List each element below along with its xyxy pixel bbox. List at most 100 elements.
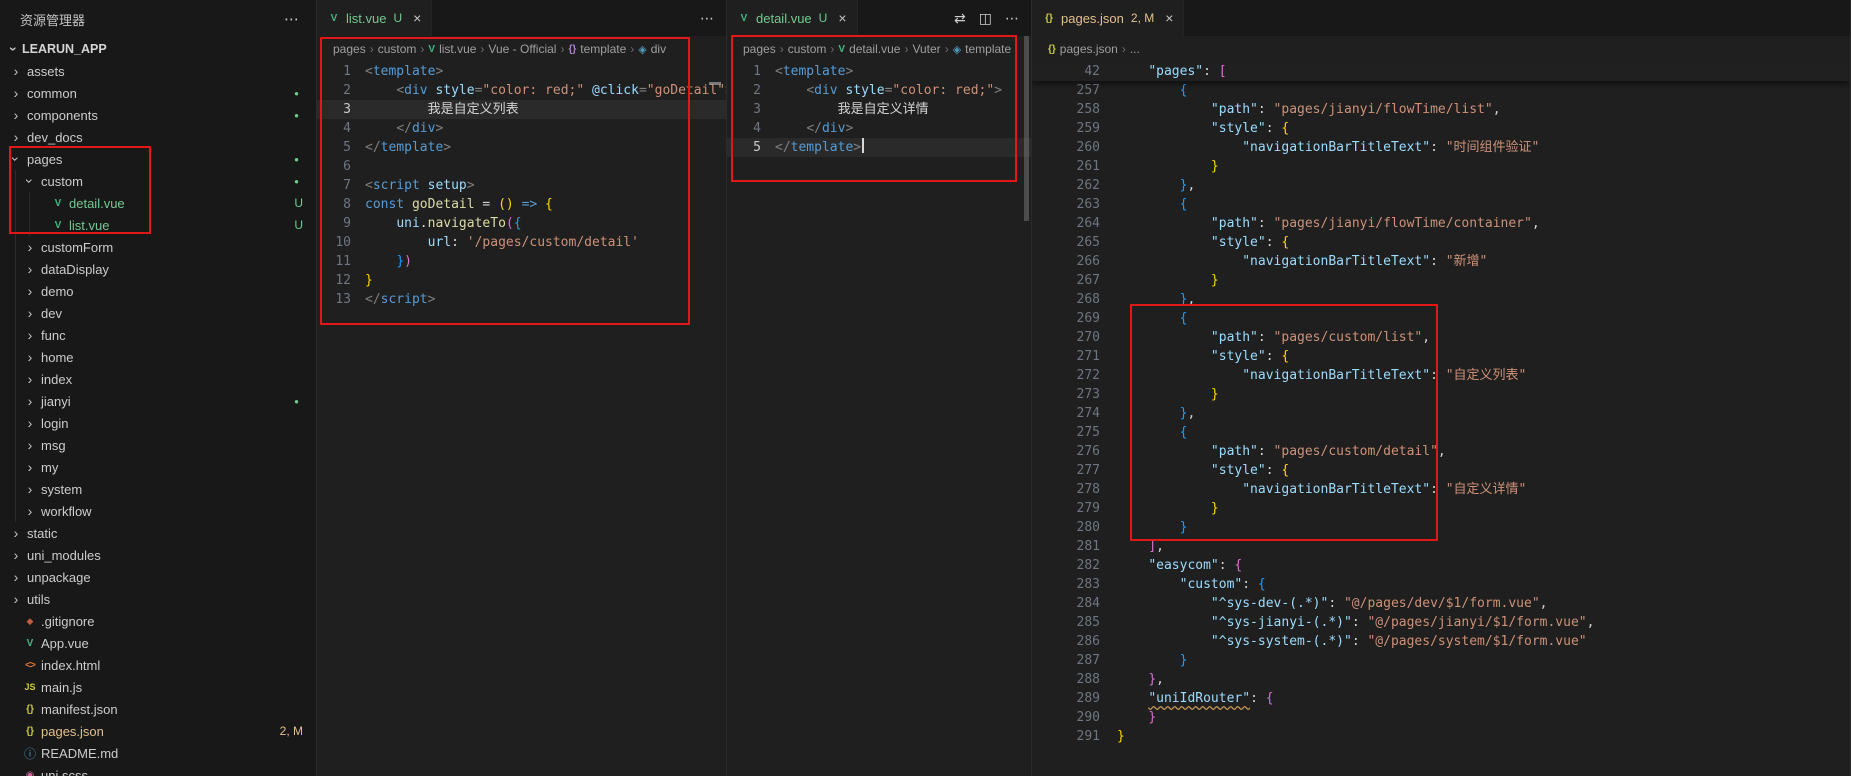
breadcrumb-item-pages[interactable]: pages — [743, 42, 776, 56]
code-editor[interactable]: 1<template>2 <div style="color: red;" @c… — [317, 62, 726, 776]
code-line-267[interactable]: 267 } — [1032, 271, 1850, 290]
close-icon[interactable]: × — [1165, 10, 1173, 26]
breadcrumb-item-list.vue[interactable]: Vlist.vue — [428, 42, 476, 56]
code-line-268[interactable]: 268 }, — [1032, 290, 1850, 309]
code-line-1[interactable]: 1<template> — [317, 62, 726, 81]
code-line-271[interactable]: 271 "style": { — [1032, 347, 1850, 366]
file-item-index.html[interactable]: <>index.html — [0, 654, 316, 676]
code-line-282[interactable]: 282 "easycom": { — [1032, 556, 1850, 575]
code-line-261[interactable]: 261 } — [1032, 157, 1850, 176]
folder-item-uni_modules[interactable]: ›uni_modules — [0, 544, 316, 566]
folder-item-unpackage[interactable]: ›unpackage — [0, 566, 316, 588]
code-line-3[interactable]: 3 我是自定义列表 — [317, 100, 726, 119]
folder-item-system[interactable]: ›system — [0, 478, 316, 500]
code-line-278[interactable]: 278 "navigationBarTitleText": "自定义详情" — [1032, 480, 1850, 499]
folder-item-dev[interactable]: ›dev — [0, 302, 316, 324]
file-item-pages.json[interactable]: {}pages.json2, M — [0, 720, 316, 742]
code-line-7[interactable]: 7<script setup> — [317, 176, 726, 195]
code-line-257[interactable]: 257 { — [1032, 81, 1850, 100]
breadcrumb-item-custom[interactable]: custom — [378, 42, 417, 56]
folder-item-dataDisplay[interactable]: ›dataDisplay — [0, 258, 316, 280]
more-actions-icon[interactable]: ⋯ — [700, 10, 714, 27]
code-line-13[interactable]: 13</script> — [317, 290, 726, 309]
code-line-269[interactable]: 269 { — [1032, 309, 1850, 328]
folder-item-custom[interactable]: ›custom● — [0, 170, 316, 192]
code-line-10[interactable]: 10 url: '/pages/custom/detail' — [317, 233, 726, 252]
code-line-291[interactable]: 291} — [1032, 727, 1850, 746]
code-line-6[interactable]: 6 — [317, 157, 726, 176]
file-item-list.vue[interactable]: Vlist.vueU — [0, 214, 316, 236]
breadcrumb-item-pages[interactable]: pages — [333, 42, 366, 56]
file-item-App.vue[interactable]: VApp.vue — [0, 632, 316, 654]
code-line-12[interactable]: 12} — [317, 271, 726, 290]
code-line-287[interactable]: 287 } — [1032, 651, 1850, 670]
code-line-260[interactable]: 260 "navigationBarTitleText": "时间组件验证" — [1032, 138, 1850, 157]
file-item-detail.vue[interactable]: Vdetail.vueU — [0, 192, 316, 214]
code-line-4[interactable]: 4 </div> — [727, 119, 1031, 138]
breadcrumb-item-pages.json[interactable]: {}pages.json — [1048, 42, 1118, 56]
code-editor[interactable]: 1<template>2 <div style="color: red;">3 … — [727, 62, 1031, 776]
code-line-283[interactable]: 283 "custom": { — [1032, 575, 1850, 594]
folder-item-demo[interactable]: ›demo — [0, 280, 316, 302]
code-line-42[interactable]: 42 "pages": [ — [1032, 62, 1850, 81]
folder-item-index[interactable]: ›index — [0, 368, 316, 390]
close-icon[interactable]: × — [838, 10, 846, 26]
code-line-264[interactable]: 264 "path": "pages/jianyi/flowTime/conta… — [1032, 214, 1850, 233]
breadcrumb-item-Vue - Official[interactable]: Vue - Official — [488, 42, 556, 56]
code-line-11[interactable]: 11 }) — [317, 252, 726, 271]
folder-item-workflow[interactable]: ›workflow — [0, 500, 316, 522]
folder-item-home[interactable]: ›home — [0, 346, 316, 368]
open-changes-icon[interactable]: ⇄ — [954, 10, 966, 27]
code-line-265[interactable]: 265 "style": { — [1032, 233, 1850, 252]
tab-list.vue[interactable]: Vlist.vueU× — [317, 0, 432, 36]
code-line-9[interactable]: 9 uni.navigateTo({ — [317, 214, 726, 233]
code-line-262[interactable]: 262 }, — [1032, 176, 1850, 195]
breadcrumb-item-custom[interactable]: custom — [788, 42, 827, 56]
folder-item-utils[interactable]: ›utils — [0, 588, 316, 610]
code-editor[interactable]: 42 "pages": [257 {258 "path": "pages/jia… — [1032, 62, 1850, 776]
code-line-272[interactable]: 272 "navigationBarTitleText": "自定义列表" — [1032, 366, 1850, 385]
code-line-4[interactable]: 4 </div> — [317, 119, 726, 138]
code-line-286[interactable]: 286 "^sys-system-(.*)": "@/pages/system/… — [1032, 632, 1850, 651]
folder-item-msg[interactable]: ›msg — [0, 434, 316, 456]
code-line-5[interactable]: 5</template> — [727, 138, 1031, 157]
scrollbar-thumb[interactable] — [1024, 36, 1029, 221]
folder-item-customForm[interactable]: ›customForm — [0, 236, 316, 258]
breadcrumb-item-Vuter[interactable]: Vuter — [912, 42, 940, 56]
code-line-3[interactable]: 3 我是自定义详情 — [727, 100, 1031, 119]
code-line-285[interactable]: 285 "^sys-jianyi-(.*)": "@/pages/jianyi/… — [1032, 613, 1850, 632]
folder-item-func[interactable]: ›func — [0, 324, 316, 346]
file-item-uni.scss[interactable]: ◉uni.scss — [0, 764, 316, 776]
file-item-.gitignore[interactable]: ◆.gitignore — [0, 610, 316, 632]
folder-item-jianyi[interactable]: ›jianyi● — [0, 390, 316, 412]
code-line-259[interactable]: 259 "style": { — [1032, 119, 1850, 138]
project-root-item[interactable]: › LEARUN_APP — [0, 38, 316, 60]
split-editor-icon[interactable]: ◫ — [979, 10, 992, 27]
code-line-280[interactable]: 280 } — [1032, 518, 1850, 537]
breadcrumb-item-template[interactable]: ◈template — [953, 42, 1012, 56]
code-line-263[interactable]: 263 { — [1032, 195, 1850, 214]
tab-detail.vue[interactable]: Vdetail.vueU× — [727, 0, 858, 36]
folder-item-my[interactable]: ›my — [0, 456, 316, 478]
tab-pages.json[interactable]: {}pages.json2, M× — [1032, 0, 1184, 36]
code-line-273[interactable]: 273 } — [1032, 385, 1850, 404]
code-line-289[interactable]: 289 "uniIdRouter": { — [1032, 689, 1850, 708]
breadcrumb-item-detail.vue[interactable]: Vdetail.vue — [838, 42, 900, 56]
code-line-266[interactable]: 266 "navigationBarTitleText": "新增" — [1032, 252, 1850, 271]
breadcrumb-item-...[interactable]: ... — [1130, 42, 1140, 56]
code-line-270[interactable]: 270 "path": "pages/custom/list", — [1032, 328, 1850, 347]
folder-item-login[interactable]: ›login — [0, 412, 316, 434]
folder-item-assets[interactable]: ›assets — [0, 60, 316, 82]
folder-item-static[interactable]: ›static — [0, 522, 316, 544]
code-line-8[interactable]: 8const goDetail = () => { — [317, 195, 726, 214]
folder-item-dev_docs[interactable]: ›dev_docs — [0, 126, 316, 148]
folder-item-components[interactable]: ›components● — [0, 104, 316, 126]
more-actions-icon[interactable]: ⋯ — [1005, 10, 1019, 27]
file-item-manifest.json[interactable]: {}manifest.json — [0, 698, 316, 720]
file-item-main.js[interactable]: JSmain.js — [0, 676, 316, 698]
code-line-1[interactable]: 1<template> — [727, 62, 1031, 81]
code-line-277[interactable]: 277 "style": { — [1032, 461, 1850, 480]
file-item-README.md[interactable]: ⓘREADME.md — [0, 742, 316, 764]
code-line-281[interactable]: 281 ], — [1032, 537, 1850, 556]
code-line-258[interactable]: 258 "path": "pages/jianyi/flowTime/list"… — [1032, 100, 1850, 119]
